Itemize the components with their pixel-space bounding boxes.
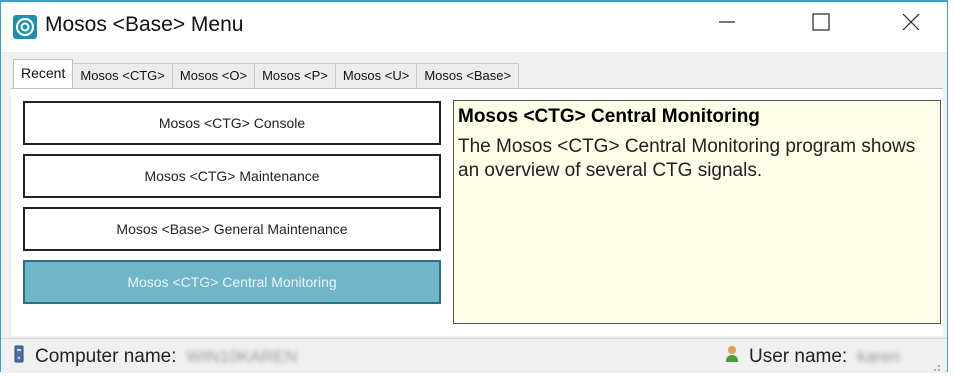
minimize-button[interactable] xyxy=(697,2,757,42)
computer-name-value: WIN10KAREN xyxy=(186,347,298,366)
menu-button-base-general-maintenance[interactable]: Mosos <Base> General Maintenance xyxy=(23,207,441,251)
user-name-value: karen xyxy=(857,347,900,366)
computer-icon xyxy=(13,345,25,369)
computer-name-label: Computer name: xyxy=(35,346,177,367)
tab-strip: Recent Mosos <CTG> Mosos <O> Mosos <P> M… xyxy=(13,58,520,88)
menu-button-ctg-maintenance[interactable]: Mosos <CTG> Maintenance xyxy=(23,154,441,198)
user-name-label: User name: xyxy=(749,346,848,367)
user-name-section: User name: karen xyxy=(725,345,900,369)
user-icon xyxy=(725,345,739,369)
description-body: The Mosos <CTG> Central Monitoring progr… xyxy=(458,136,916,181)
tab-recent[interactable]: Recent xyxy=(13,59,74,88)
title-bar[interactable]: Mosos <Base> Menu xyxy=(1,2,947,52)
main-window: Mosos <Base> Menu Recent Mosos <CTG> Mos… xyxy=(0,0,948,373)
tab-mosos-p[interactable]: Mosos <P> xyxy=(254,63,336,88)
window-title: Mosos <Base> Menu xyxy=(45,13,244,36)
close-button[interactable] xyxy=(881,2,941,42)
status-bar: Computer name: WIN10KAREN User name: kar… xyxy=(1,338,947,373)
minimize-icon xyxy=(719,21,735,23)
maximize-icon xyxy=(812,13,830,31)
computer-name-section: Computer name: WIN10KAREN xyxy=(13,345,297,369)
description-panel: Mosos <CTG> Central Monitoring The Mosos… xyxy=(453,100,941,324)
maximize-button[interactable] xyxy=(791,2,851,42)
menu-button-ctg-console[interactable]: Mosos <CTG> Console xyxy=(23,101,441,145)
menu-button-ctg-central-monitoring[interactable]: Mosos <CTG> Central Monitoring xyxy=(23,260,441,304)
resize-grip-icon[interactable] xyxy=(931,359,941,371)
app-logo-icon xyxy=(13,15,37,39)
close-icon xyxy=(902,13,920,31)
tab-mosos-o[interactable]: Mosos <O> xyxy=(171,63,256,88)
tab-mosos-ctg[interactable]: Mosos <CTG> xyxy=(72,63,173,88)
description-title: Mosos <CTG> Central Monitoring xyxy=(458,106,760,127)
tab-mosos-u[interactable]: Mosos <U> xyxy=(334,63,418,88)
tab-mosos-base[interactable]: Mosos <Base> xyxy=(416,63,520,88)
